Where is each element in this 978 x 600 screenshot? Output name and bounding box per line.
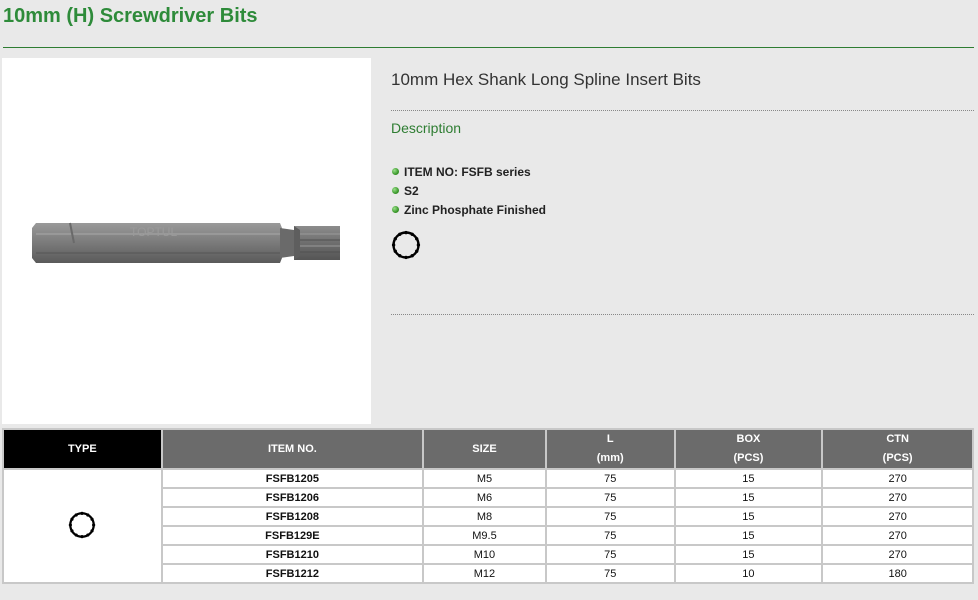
size-cell: M9.5 [422, 525, 547, 546]
table-header-row: TYPE ITEM NO. SIZE L (mm) BOX (PCS) CTN … [2, 428, 974, 470]
header-ctn-label: CTN [886, 433, 909, 445]
item-no-cell: FSFB129E [160, 525, 425, 546]
box-cell: 15 [673, 525, 824, 546]
length-cell: 75 [544, 468, 676, 489]
size-cell: M5 [422, 468, 547, 489]
feature-text: S2 [404, 183, 419, 198]
ctn-cell: 270 [821, 468, 974, 489]
box-cell: 15 [673, 468, 824, 489]
header-length: L (mm) [544, 428, 676, 470]
divider-dotted [391, 110, 974, 111]
feature-item: Zinc Phosphate Finished [392, 200, 546, 219]
feature-list: ITEM NO: FSFB series S2 Zinc Phosphate F… [392, 162, 546, 219]
description-heading: Description [391, 120, 462, 136]
product-image: TOPTUL [2, 58, 371, 424]
header-type: TYPE [2, 428, 163, 470]
feature-item: ITEM NO: FSFB series [392, 162, 546, 181]
length-cell: 75 [544, 563, 676, 584]
length-cell: 75 [544, 506, 676, 527]
size-cell: M10 [422, 544, 547, 565]
ctn-cell: 270 [821, 544, 974, 565]
length-cell: 75 [544, 525, 676, 546]
item-no-cell: FSFB1210 [160, 544, 425, 565]
size-cell: M12 [422, 563, 547, 584]
size-cell: M6 [422, 487, 547, 508]
title-divider [3, 47, 974, 48]
header-ctn-unit: (PCS) [882, 452, 913, 464]
header-length-label: L [606, 433, 614, 445]
header-ctn: CTN (PCS) [821, 428, 974, 470]
feature-item: S2 [392, 181, 546, 200]
page-title: 10mm (H) Screwdriver Bits [3, 5, 258, 27]
item-no-cell: FSFB1205 [160, 468, 425, 489]
spec-table: TYPE ITEM NO. SIZE L (mm) BOX (PCS) CTN … [2, 428, 974, 584]
header-box-label: BOX [736, 433, 761, 445]
header-box: BOX (PCS) [673, 428, 824, 470]
ctn-cell: 270 [821, 487, 974, 508]
table-row: FSFB1205 M5 75 15 270 [2, 468, 974, 584]
length-cell: 75 [544, 487, 676, 508]
ctn-cell: 270 [821, 525, 974, 546]
header-length-unit: (mm) [596, 452, 624, 464]
box-cell: 15 [673, 544, 824, 565]
bullet-icon [392, 206, 399, 213]
box-cell: 10 [673, 563, 824, 584]
feature-text: ITEM NO: FSFB series [404, 164, 531, 179]
size-cell: M8 [422, 506, 547, 527]
item-no-cell: FSFB1208 [160, 506, 425, 527]
box-cell: 15 [673, 487, 824, 508]
header-item-no: ITEM NO. [160, 428, 425, 470]
product-name: 10mm Hex Shank Long Spline Insert Bits [391, 70, 701, 89]
spline-12-point-icon [391, 230, 421, 260]
spline-12-point-icon [69, 511, 96, 538]
type-cell [2, 468, 163, 584]
bullet-icon [392, 187, 399, 194]
divider-dotted [391, 314, 974, 315]
bullet-icon [392, 168, 399, 175]
header-box-unit: (PCS) [733, 452, 764, 464]
brand-mark: TOPTUL [130, 225, 177, 239]
ctn-cell: 270 [821, 506, 974, 527]
feature-text: Zinc Phosphate Finished [404, 202, 547, 217]
length-cell: 75 [544, 544, 676, 565]
ctn-cell: 180 [821, 563, 974, 584]
item-no-cell: FSFB1206 [160, 487, 425, 508]
header-size: SIZE [422, 428, 547, 470]
item-no-cell: FSFB1212 [160, 563, 425, 584]
box-cell: 15 [673, 506, 824, 527]
